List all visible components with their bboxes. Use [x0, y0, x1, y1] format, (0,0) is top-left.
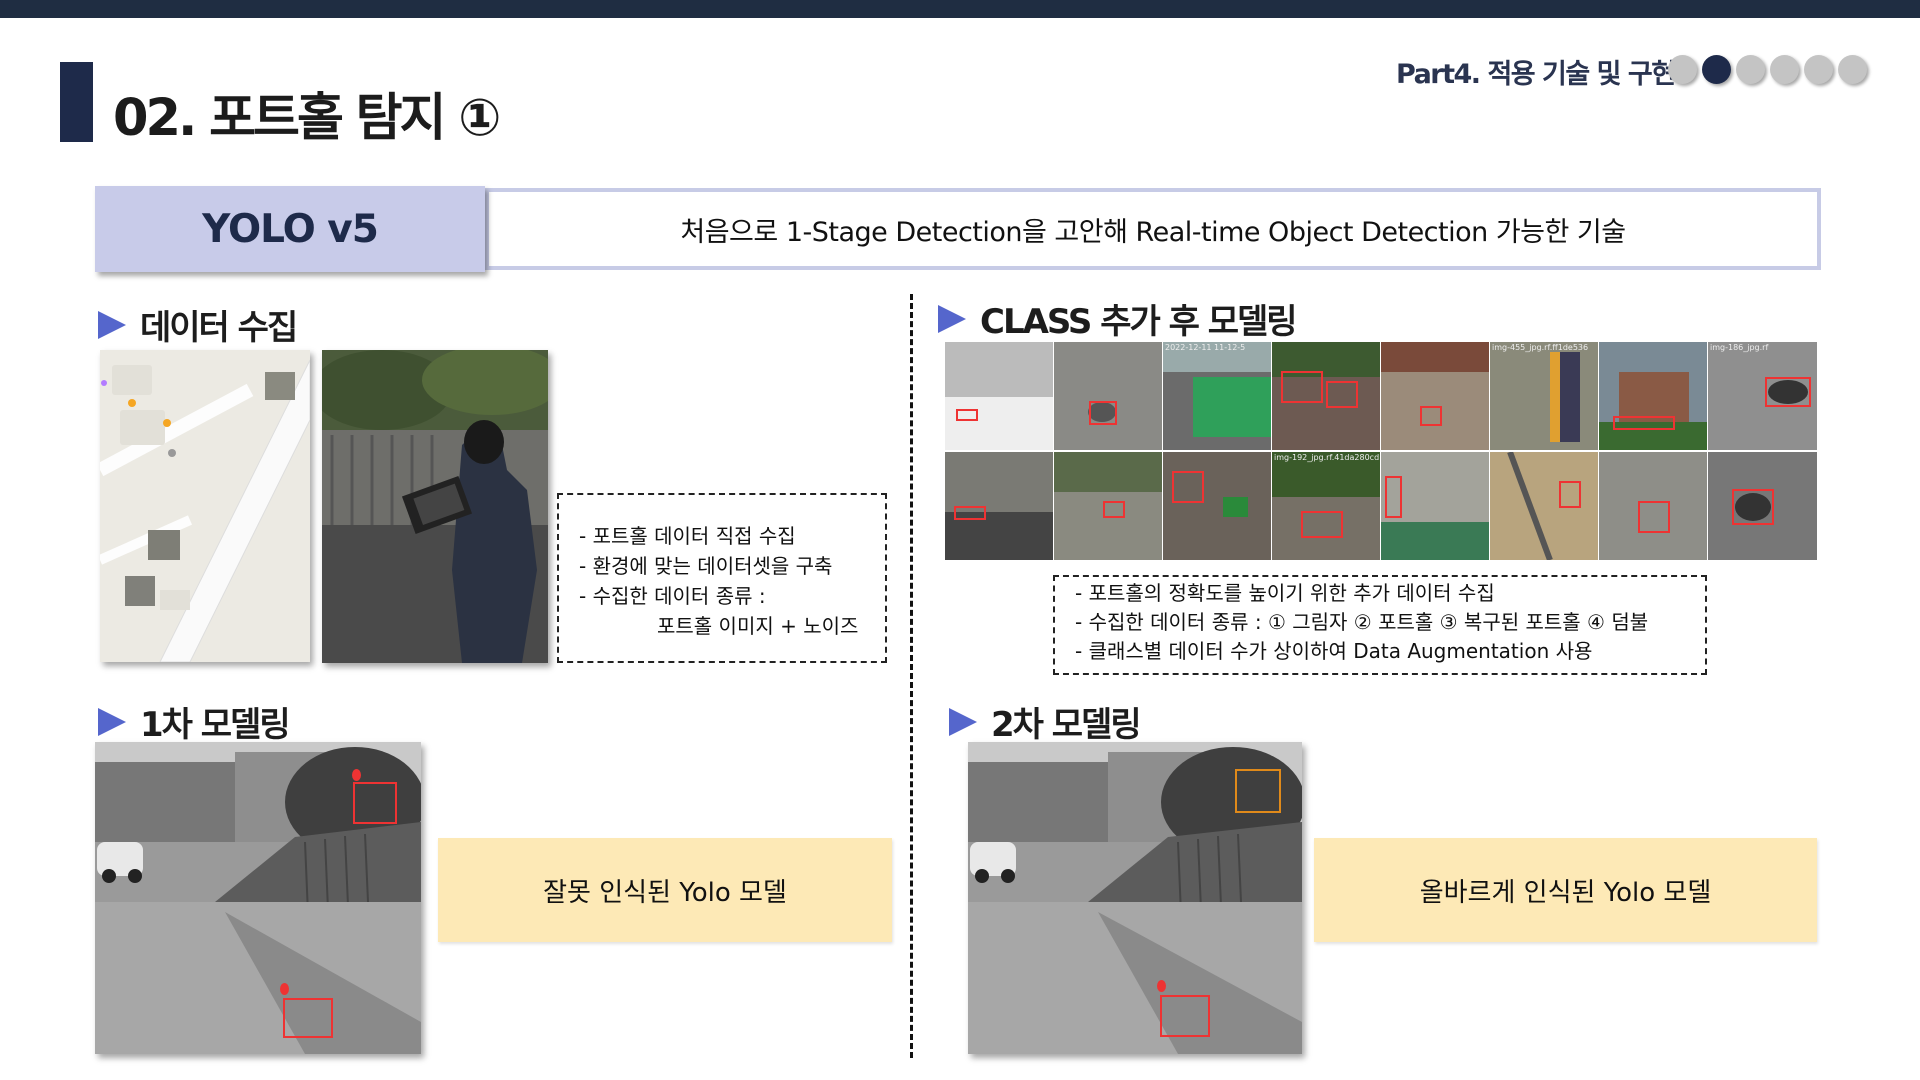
section-title: CLASS 추가 후 모델링: [980, 302, 1298, 342]
grid-image: [945, 342, 1053, 450]
detection-box: [283, 998, 333, 1038]
grid-image: [1163, 452, 1271, 560]
section-title: 2차 모델링: [991, 705, 1142, 745]
progress-dots: [1668, 55, 1867, 84]
triangle-bullet-icon: [949, 707, 977, 736]
grid-image: [1054, 342, 1162, 450]
second-model-result-label: 올바르게 인식된 Yolo 모델: [1314, 838, 1817, 942]
progress-dot: [1736, 55, 1765, 84]
grid-image: [945, 452, 1053, 560]
note-line: - 수집한 데이터 종류 : ① 그림자 ② 포트홀 ③ 복구된 포트홀 ④ 덤…: [1075, 610, 1649, 634]
grid-image: img-186_jpg.rf: [1708, 342, 1817, 450]
top-bar: [0, 0, 1920, 18]
grid-image: [1490, 452, 1598, 560]
progress-dot: [1668, 55, 1697, 84]
grid-caption: 2022-12-11 11-12-5: [1165, 343, 1246, 352]
detection-label-icon: [1157, 980, 1166, 992]
grid-caption: img-186_jpg.rf: [1710, 343, 1769, 352]
progress-dot: [1804, 55, 1833, 84]
grid-image: [1381, 342, 1489, 450]
grid-caption: img-455_jpg.rf.ff1de536: [1492, 343, 1589, 352]
grid-image: [1054, 452, 1162, 560]
progress-dot-active: [1702, 55, 1731, 84]
grid-image: [1381, 452, 1489, 560]
detection-label-icon: [280, 983, 289, 995]
note-line: 포트홀 이미지 + 노이즈: [657, 614, 859, 638]
second-model-result-image: [968, 742, 1302, 1054]
note-line: - 클래스별 데이터 수가 상이하여 Data Augmentation 사용: [1075, 639, 1593, 663]
title-accent-bar: [60, 62, 93, 142]
progress-dot: [1770, 55, 1799, 84]
triangle-bullet-icon: [938, 304, 966, 333]
page-title: 02. 포트홀 탐지 ①: [113, 89, 501, 148]
note-line: - 수집한 데이터 종류 :: [579, 584, 766, 608]
training-image-grid: 2022-12-11 11-12-5 img-455_jpg.rf.ff1de5…: [945, 342, 1817, 560]
part-label: Part4. 적용 기술 및 구현: [1396, 59, 1676, 90]
detection-label-icon: [352, 769, 361, 781]
section-divider: [910, 294, 913, 1058]
grid-image: [1708, 452, 1817, 560]
detection-box: [1160, 995, 1210, 1037]
section-data-collection: 데이터 수집: [98, 300, 298, 349]
detection-box: [353, 782, 397, 824]
note-line: - 포트홀 데이터 직접 수집: [579, 524, 796, 548]
banner-tab: YOLO v5: [95, 186, 485, 272]
class-modeling-notes: - 포트홀의 정확도를 높이기 위한 추가 데이터 수집 - 수집한 데이터 종…: [1053, 575, 1707, 675]
yolo-banner: YOLO v5 처음으로 1-Stage Detection을 고안해 Real…: [95, 186, 1823, 272]
triangle-bullet-icon: [98, 707, 126, 736]
field-collection-photo: [322, 350, 548, 663]
section-title: 1차 모델링: [140, 705, 291, 745]
grid-image: [1599, 452, 1707, 560]
data-collection-notes: - 포트홀 데이터 직접 수집 - 환경에 맞는 데이터셋을 구축 - 수집한 …: [557, 493, 887, 663]
first-model-result-label: 잘못 인식된 Yolo 모델: [438, 838, 892, 942]
map-image: [100, 350, 310, 662]
section-first-modeling: 1차 모델링: [98, 697, 291, 746]
first-model-result-image: [95, 742, 421, 1054]
section-title: 데이터 수집: [140, 308, 298, 348]
grid-image: img-192_jpg.rf.41da280cd: [1272, 452, 1380, 560]
note-line: - 환경에 맞는 데이터셋을 구축: [579, 554, 833, 578]
detection-box: [1235, 769, 1281, 813]
grid-caption: img-192_jpg.rf.41da280cd: [1274, 453, 1380, 462]
grid-image: [1272, 342, 1380, 450]
note-line: - 포트홀의 정확도를 높이기 위한 추가 데이터 수집: [1075, 581, 1495, 605]
grid-image: 2022-12-11 11-12-5: [1163, 342, 1271, 450]
section-second-modeling: 2차 모델링: [949, 697, 1142, 746]
triangle-bullet-icon: [98, 310, 126, 339]
section-class-modeling: CLASS 추가 후 모델링: [938, 294, 1298, 343]
grid-image: img-455_jpg.rf.ff1de536: [1490, 342, 1598, 450]
grid-image: [1599, 342, 1707, 450]
progress-dot: [1838, 55, 1867, 84]
banner-description: 처음으로 1-Stage Detection을 고안해 Real-time Ob…: [680, 216, 1626, 248]
